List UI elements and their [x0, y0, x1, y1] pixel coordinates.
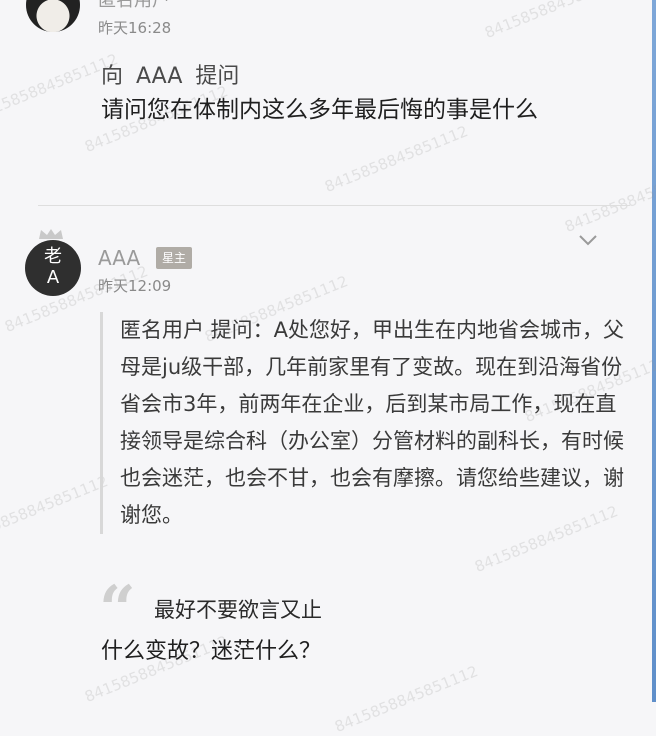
avatar[interactable]: [26, 0, 80, 32]
author-name[interactable]: 匿名用户: [98, 0, 170, 12]
avatar[interactable]: 老 A: [25, 240, 81, 296]
avatar-text: A: [46, 267, 60, 288]
watermark: 8415858845851112: [482, 0, 631, 42]
scrollbar[interactable]: [652, 0, 656, 702]
divider: [38, 205, 630, 206]
chevron-down-icon[interactable]: [577, 232, 599, 248]
crown-icon: [39, 229, 63, 239]
watermark: 8415858845851112: [562, 162, 656, 236]
question-text: 请问您在体制内这么多年最后悔的事是什么: [101, 97, 538, 123]
quoted-question: 匿名用户 提问：A处您好，甲出生在内地省会城市，父母是ju级干部，几年前家里有了…: [100, 312, 630, 534]
watermark: 8415858845851112: [332, 662, 481, 736]
post-time: 昨天12:09: [98, 277, 172, 295]
ask-header: 向 AAA 提问: [101, 64, 240, 89]
watermark: 8415858845851112: [322, 122, 471, 196]
author-name[interactable]: AAA: [98, 246, 140, 270]
watermark: 8415858845851112: [0, 472, 111, 546]
avatar-text: 老: [44, 246, 62, 267]
post-time: 昨天16:28: [98, 19, 172, 37]
quoted-reference: 最好不要欲言又止: [154, 598, 322, 622]
reply-text: 什么变故？迷茫什么？: [101, 639, 322, 664]
owner-badge: 星主: [156, 247, 193, 269]
